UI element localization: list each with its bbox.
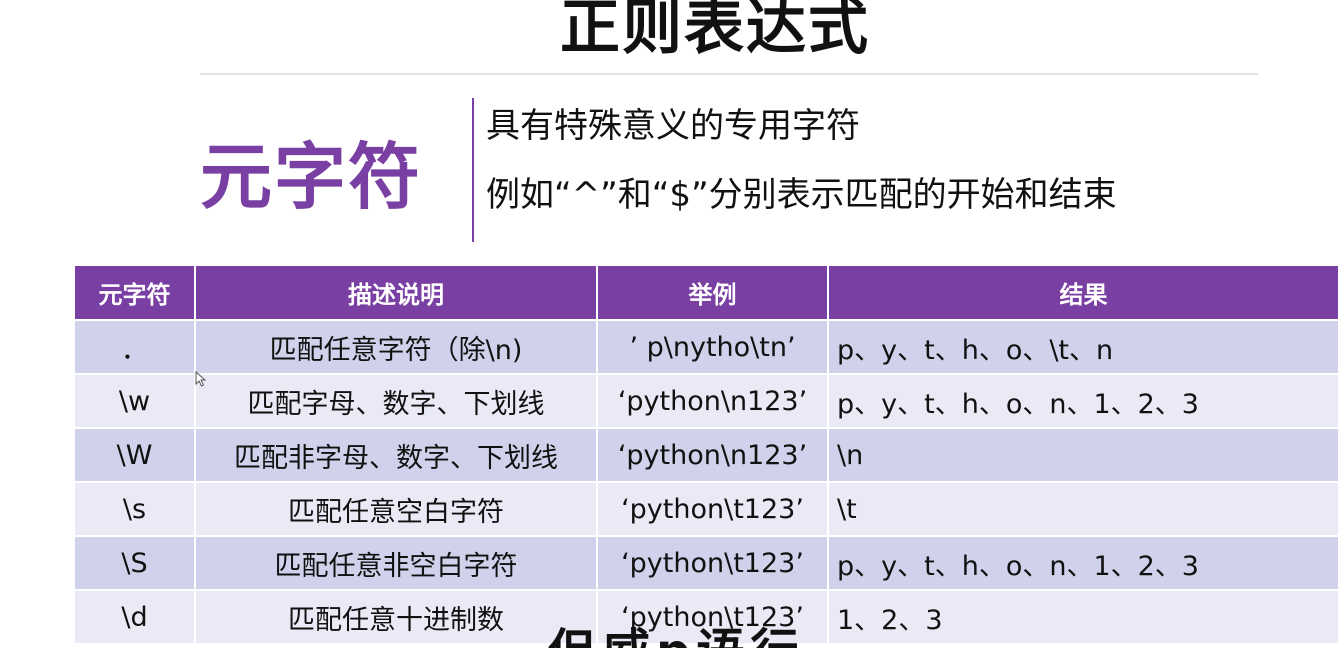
cell-metachar: \w (73, 373, 196, 429)
title-divider (200, 73, 1258, 75)
cell-example: ‘python\n123’ (596, 427, 829, 483)
mouse-pointer-icon (195, 371, 207, 387)
cell-result: p、y、t、h、o、n、1、2、3 (827, 373, 1340, 429)
table-row: \s 匹配任意空白字符 ‘python\t123’ \t (73, 481, 1340, 537)
table-header-row: 元字符 描述说明 举例 结果 (73, 264, 1340, 321)
cell-description: 匹配字母、数字、下划线 (194, 373, 598, 429)
cell-result: p、y、t、h、o、\t、n (827, 319, 1340, 375)
cell-example: ‘python\t123’ (596, 481, 829, 537)
cell-metachar: \s (73, 481, 196, 537)
video-caption-overlay: 但威p语行 (548, 624, 804, 648)
header-description: 描述说明 (194, 264, 598, 321)
cell-metachar: \W (73, 427, 196, 483)
table-row: ． 匹配任意字符（除\n) ’ p\nytho\tn’ p、y、t、h、o、\t… (73, 319, 1340, 375)
cell-description: 匹配非字母、数字、下划线 (194, 427, 598, 483)
vertical-divider (472, 98, 474, 242)
header-metachar: 元字符 (73, 264, 196, 321)
cell-example: ‘python\t123’ (596, 535, 829, 591)
header-result: 结果 (827, 264, 1340, 321)
cell-description: 匹配任意非空白字符 (194, 535, 598, 591)
cell-metachar: \d (73, 589, 196, 645)
slide: 正则表达式 元字符 具有特殊意义的专用字符 例如“^”和“$”分别表示匹配的开始… (0, 0, 1340, 648)
table-row: \S 匹配任意非空白字符 ‘python\t123’ p、y、t、h、o、n、1… (73, 535, 1340, 591)
cell-description: 匹配任意十进制数 (194, 589, 598, 645)
cell-example: ‘python\n123’ (596, 373, 829, 429)
table-row: \W 匹配非字母、数字、下划线 ‘python\n123’ \n (73, 427, 1340, 483)
cell-result: \t (827, 481, 1340, 537)
metachar-table: 元字符 描述说明 举例 结果 ． 匹配任意字符（除\n) ’ p\nytho\t… (73, 264, 1340, 645)
slide-title: 正则表达式 (560, 0, 870, 63)
cell-metachar: \S (73, 535, 196, 591)
definition-text: 具有特殊意义的专用字符 (486, 106, 860, 146)
cell-description: 匹配任意字符（除\n) (194, 319, 598, 375)
header-example: 举例 (596, 264, 829, 321)
example-text: 例如“^”和“$”分别表示匹配的开始和结束 (486, 175, 1117, 215)
cell-result: \n (827, 427, 1340, 483)
cell-result: 1、2、3 (827, 589, 1340, 645)
table-row: \w 匹配字母、数字、下划线 ‘python\n123’ p、y、t、h、o、n… (73, 373, 1340, 429)
cell-description: 匹配任意空白字符 (194, 481, 598, 537)
cell-example: ’ p\nytho\tn’ (596, 319, 829, 375)
term-heading: 元字符 (200, 135, 423, 219)
cell-metachar: ． (73, 319, 196, 375)
cell-result: p、y、t、h、o、n、1、2、3 (827, 535, 1340, 591)
